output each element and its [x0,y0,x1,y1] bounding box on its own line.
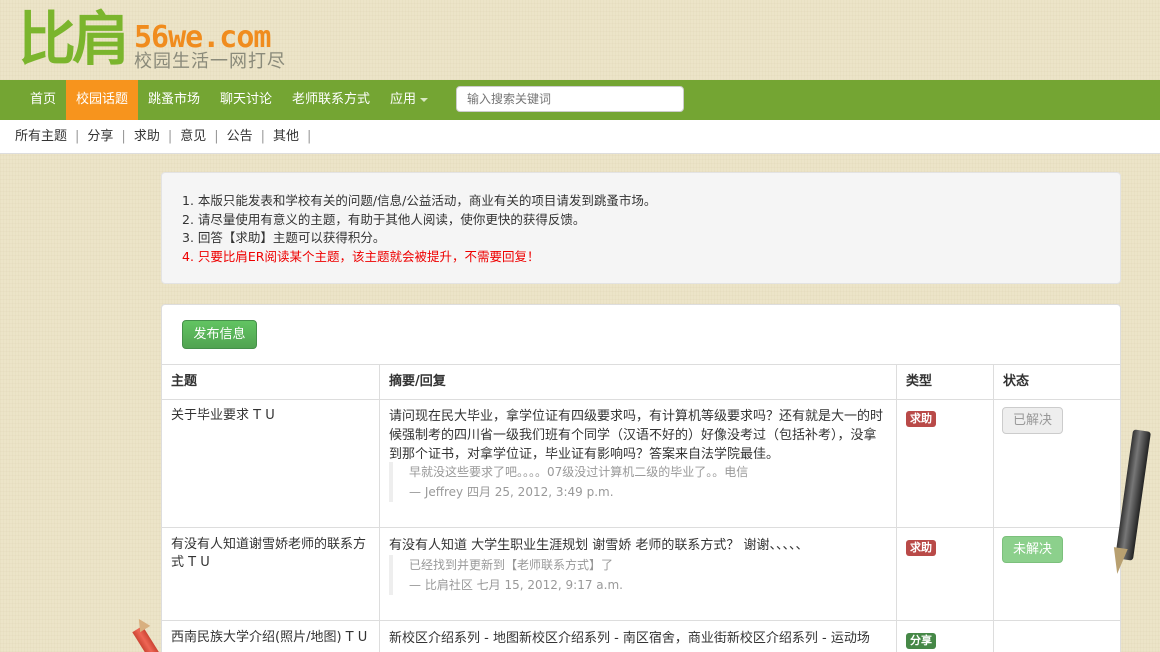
topic-line: 式 T U [171,555,210,570]
site-logo[interactable]: 比肩 56we.com 校园生活一网打尽 [18,8,318,78]
divider: | [75,129,80,144]
status-button[interactable]: 已解决 [1002,407,1063,434]
nav-home[interactable]: 首页 [20,80,66,120]
topic-summary: 请问现在民大毕业，拿学位证有四级要求吗，有计算机等级要求吗？还有就是大一的时 候… [389,407,889,464]
summary-line: 新校区介绍系列 - 地图新校区介绍系列 - 南区宿舍，商业街新校区介绍系列 - … [389,631,870,646]
filter-other[interactable]: 其他 [273,129,299,144]
nav-teacher-contacts[interactable]: 老师联系方式 [282,80,380,120]
nav-flea-market[interactable]: 跳蚤市场 [138,80,210,120]
pencil-decoration [132,625,164,652]
latest-reply: 早就没这些要求了吧。。。。07级没过计算机二级的毕业了。。电信 — Jeffre… [389,462,748,502]
type-badge: 求助 [906,540,936,556]
nav-campus-topics[interactable]: 校园话题 [66,80,139,120]
reply-text: 已经找到并更新到【老师联系方式】了 [409,558,614,572]
notice-line: 2. 请尽量使用有意义的主题，有助于其他人阅读，使你更快的获得反馈。 [182,211,586,227]
reply-text: 早就没这些要求了吧。。。。07级没过计算机二级的毕业了。。电信 [409,465,749,479]
divider [162,620,1120,621]
summary-line: 有没有人知道 大学生职业生涯规划 谢雪娇 老师的联系方式？ 谢谢、、、、、 [389,538,809,553]
logo-chinese: 比肩 [18,5,130,73]
divider: | [307,129,312,144]
divider [162,399,1120,400]
reply-author: — 比肩社区 七月 15, 2012, 9:17 a.m. [409,578,623,592]
header-summary[interactable]: 摘要/回复 [389,365,446,399]
publish-button[interactable]: 发布信息 [182,320,257,349]
summary-line: 请问现在民大毕业，拿学位证有四级要求吗，有计算机等级要求吗？还有就是大一的时 [389,409,884,424]
header-status[interactable]: 状态 [1003,365,1029,399]
summary-line: 候强制考的四川省一级我们班有个同学（汉语不好的）好像没考过（包括补考），没拿 [389,428,877,443]
search-input[interactable] [456,86,684,112]
logo-slogan: 校园生活一网打尽 [134,51,286,72]
divider [379,364,380,652]
status-button[interactable]: 未解决 [1002,536,1063,563]
topic-summary: 有没有人知道 大学生职业生涯规划 谢雪娇 老师的联系方式？ 谢谢、、、、、 [389,536,889,555]
type-badge: 求助 [906,411,936,427]
filter-all[interactable]: 所有主题 [15,129,67,144]
logo-domain: 56we.com [134,20,271,55]
type-badge: 分享 [906,633,936,649]
notice-line: 1. 本版只能发表和学校有关的问题/信息/公益活动，商业有关的项目请发到跳蚤市场… [182,193,657,208]
divider: | [121,129,126,144]
topic-link[interactable]: 关于毕业要求 T U [171,407,275,425]
nav-apps-label: 应用 [390,92,417,107]
latest-reply: 已经找到并更新到【老师联系方式】了 — 比肩社区 七月 15, 2012, 9:… [389,555,623,595]
divider [896,364,897,652]
topic-link[interactable]: 有没有人知道谢雪娇老师的联系方 式 T U [171,536,366,572]
header-topic[interactable]: 主题 [171,365,197,399]
nav-apps-dropdown[interactable]: 应用 [380,80,438,120]
pen-nib-decoration [1110,547,1128,575]
notice-line: 3. 回答【求助】主题可以获得积分。 [182,230,386,245]
divider: | [260,129,266,144]
topic-line: 有没有人知道谢雪娇老师的联系方 [171,537,367,552]
header-type[interactable]: 类型 [906,365,932,399]
divider: | [167,129,173,144]
board-rules-notice: 1. 本版只能发表和学校有关的问题/信息/公益活动，商业有关的项目请发到跳蚤市场… [161,172,1121,284]
topic-link[interactable]: 西南民族大学介绍(照片/地图) T U [171,629,367,647]
filter-feedback[interactable]: 意见 [180,129,206,144]
divider: | [214,129,219,144]
filter-share[interactable]: 分享 [87,129,113,144]
topic-summary: 新校区介绍系列 - 地图新校区介绍系列 - 南区宿舍，商业街新校区介绍系列 - … [389,629,889,648]
topics-panel: 发布信息 主题 摘要/回复 类型 状态 关于毕业要求 T U 请问现在民大毕业，… [161,304,1121,652]
reply-author: — Jeffrey 四月 25, 2012, 3:49 p.m. [409,485,614,499]
filter-announcement[interactable]: 公告 [227,129,253,144]
nav-chat[interactable]: 聊天讨论 [210,80,282,120]
topic-filter-bar: 所有主题 | 分享 | 求助 | 意见 | 公告 | 其他 | [0,120,1160,154]
notice-line-highlight: 4. 只要比肩ER阅读某个主题，该主题就会被提升，不需要回复！ [182,248,540,264]
divider [162,364,1120,365]
divider [162,527,1120,528]
chevron-down-icon [420,97,429,102]
filter-help[interactable]: 求助 [134,129,160,144]
divider [993,364,994,652]
